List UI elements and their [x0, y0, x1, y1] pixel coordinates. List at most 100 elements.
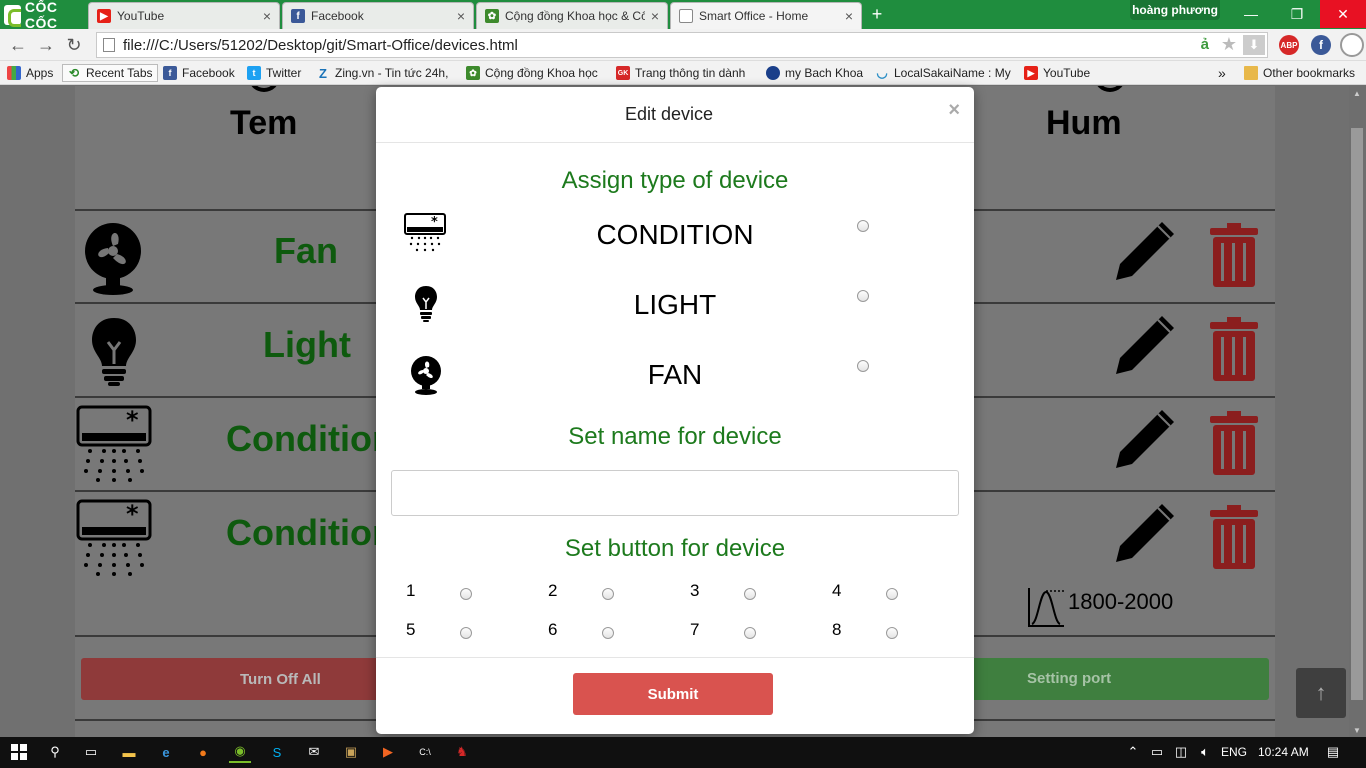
bookmark-youtube[interactable]: ▶ YouTube	[1024, 64, 1090, 82]
clock[interactable]: 10:24 AM	[1258, 745, 1309, 759]
bookmark-facebook[interactable]: f Facebook	[163, 64, 235, 82]
windows-start-icon[interactable]	[8, 741, 30, 763]
tab-smart-office[interactable]: Smart Office - Home ×	[670, 2, 862, 29]
command-prompt-icon[interactable]: C:\	[414, 741, 436, 763]
edit-pencil-icon[interactable]	[1112, 406, 1178, 472]
edit-pencil-icon[interactable]	[1112, 312, 1178, 378]
type-option-fan[interactable]: FAN	[376, 353, 974, 397]
restore-icon[interactable]: ❐	[1274, 0, 1320, 28]
back-icon[interactable]: ←	[6, 33, 30, 57]
youtube-icon: ▶	[1024, 66, 1038, 80]
type-option-light[interactable]: LIGHT	[376, 283, 974, 327]
bookmark-cong-dong[interactable]: ✿ Cộng đồng Khoa học	[466, 64, 598, 82]
forward-icon[interactable]: →	[34, 33, 58, 57]
address-bar[interactable]: file:///C:/Users/51202/Desktop/git/Smart…	[96, 32, 1268, 58]
file-explorer-icon[interactable]: ▬	[118, 741, 140, 763]
minimize-icon[interactable]: —	[1228, 0, 1274, 28]
tray-chevron-icon[interactable]: ⌃	[1122, 741, 1144, 763]
scrollbar-thumb[interactable]	[1351, 128, 1363, 700]
leaf-icon: ✿	[485, 9, 499, 23]
task-view-icon[interactable]: ▭	[80, 741, 102, 763]
profile-name[interactable]: hoàng phương	[1130, 0, 1220, 20]
edit-pencil-icon[interactable]	[1112, 218, 1178, 284]
button-radio-5[interactable]	[460, 627, 472, 639]
skype-icon[interactable]: S	[266, 741, 288, 763]
type-radio-light[interactable]	[857, 290, 869, 302]
button-radio-7[interactable]	[744, 627, 756, 639]
close-icon[interactable]: ×	[457, 8, 465, 24]
action-center-icon[interactable]: ▤	[1322, 741, 1344, 763]
bookmark-recent-tabs[interactable]: ⟲ Recent Tabs	[62, 64, 158, 82]
edge-icon[interactable]: e	[155, 741, 177, 763]
tab-label: Smart Office - Home	[699, 9, 809, 23]
media-player-icon[interactable]: ▶	[377, 741, 399, 763]
browser-logo[interactable]: CỐC CỐC	[0, 0, 90, 31]
trash-icon[interactable]	[1210, 223, 1258, 287]
browser-menu-icon[interactable]	[1340, 33, 1364, 57]
trash-icon[interactable]	[1210, 317, 1258, 381]
button-radio-3[interactable]	[744, 588, 756, 600]
language-indicator[interactable]: ENG	[1221, 745, 1247, 759]
bookmark-twitter[interactable]: t Twitter	[247, 64, 301, 82]
submit-button[interactable]: Submit	[573, 673, 773, 715]
bookmark-label: YouTube	[1043, 66, 1091, 80]
type-radio-fan[interactable]	[857, 360, 869, 372]
button-number: 6	[548, 620, 558, 639]
coccoc-icon[interactable]: ◉	[229, 741, 251, 763]
bookmark-other[interactable]: Other bookmarks	[1244, 64, 1355, 82]
reload-icon[interactable]: ↻	[62, 33, 86, 57]
set-button-heading: Set button for device	[564, 535, 786, 562]
button-radio-2[interactable]	[602, 588, 614, 600]
app-icon[interactable]: ▣	[340, 741, 362, 763]
device-name: Fan	[274, 230, 339, 271]
close-icon[interactable]: ×	[845, 8, 853, 24]
battery-icon[interactable]: ▭	[1146, 741, 1168, 763]
button-number: 3	[690, 581, 700, 600]
edit-pencil-icon[interactable]	[1112, 500, 1178, 566]
bookmark-my-bach-khoa[interactable]: my Bach Khoa	[766, 64, 863, 82]
firefox-icon[interactable]: ●	[192, 741, 214, 763]
mail-icon[interactable]: ✉	[303, 741, 325, 763]
button-number: 1	[406, 581, 416, 600]
window-close-icon[interactable]: ✕	[1320, 0, 1366, 28]
button-radio-1[interactable]	[460, 588, 472, 600]
bookmark-zing[interactable]: Z Zing.vn - Tin tức 24h,	[316, 64, 448, 82]
bookmark-trang-thong-tin[interactable]: GK Trang thông tin dành	[616, 64, 745, 82]
volume-icon[interactable]: 🔈︎	[1194, 741, 1216, 763]
close-icon[interactable]: ×	[263, 8, 271, 24]
scroll-to-top-button[interactable]: ↑	[1296, 668, 1346, 718]
windows-taskbar: ⚲ ▭ ▬ e ● ◉ S ✉ ▣ ▶ C:\ ♞ ⌃ ▭ ◫ 🔈︎ ENG 1…	[0, 737, 1366, 768]
bookmark-localsakai[interactable]: ◡ LocalSakaiName : My	[875, 64, 1011, 82]
type-option-condition[interactable]: * CONDITION	[376, 213, 974, 257]
bookmark-label: LocalSakaiName : My	[894, 66, 1011, 80]
modal-footer-divider	[376, 657, 974, 658]
star-icon[interactable]: ★	[1221, 34, 1237, 55]
bookmark-apps[interactable]: Apps	[7, 64, 53, 82]
tab-cong-dong[interactable]: ✿ Cộng đồng Khoa học & Cô ×	[476, 2, 668, 29]
tab-youtube[interactable]: ▶ YouTube ×	[88, 2, 280, 29]
bookmark-label: Cộng đồng Khoa học	[485, 66, 598, 80]
download-icon[interactable]: ⬇	[1243, 35, 1265, 55]
button-radio-8[interactable]	[886, 627, 898, 639]
translate-icon[interactable]: ả	[1201, 36, 1209, 53]
bookmark-label: Twitter	[266, 66, 302, 80]
adblock-icon[interactable]: ABP	[1279, 35, 1299, 55]
facebook-ext-icon[interactable]: f	[1311, 35, 1331, 55]
new-tab-button[interactable]: +	[866, 5, 888, 23]
scroll-down-icon[interactable]: ▼	[1352, 726, 1362, 735]
button-radio-4[interactable]	[886, 588, 898, 600]
close-icon[interactable]: ×	[651, 8, 659, 24]
trash-icon[interactable]	[1210, 411, 1258, 475]
button-radio-6[interactable]	[602, 627, 614, 639]
tab-facebook[interactable]: f Facebook ×	[282, 2, 474, 29]
trash-icon[interactable]	[1210, 505, 1258, 569]
type-radio-condition[interactable]	[857, 220, 869, 232]
bookmarks-overflow[interactable]: »	[1218, 64, 1226, 82]
search-icon[interactable]: ⚲	[44, 741, 66, 763]
app-red-icon[interactable]: ♞	[451, 741, 473, 763]
network-icon[interactable]: ◫	[1170, 741, 1192, 763]
scroll-up-icon[interactable]: ▲	[1352, 89, 1362, 98]
page-scrollbar[interactable]: ▲ ▼	[1349, 86, 1366, 737]
modal-close-icon[interactable]: ×	[948, 99, 960, 122]
device-name-input[interactable]	[391, 470, 959, 516]
